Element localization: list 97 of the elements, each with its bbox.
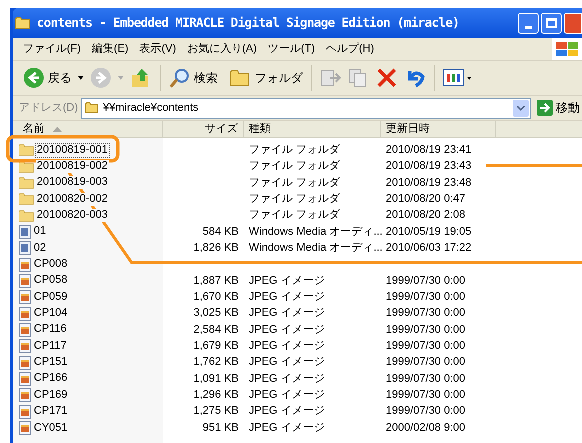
file-size: 951 KB xyxy=(202,420,239,436)
image-file-icon xyxy=(19,322,31,337)
menu-item[interactable]: 表示(V) xyxy=(140,40,176,58)
modified-date: 1999/07/30 0:00 xyxy=(386,389,466,402)
file-name[interactable]: 20100820-002 xyxy=(36,192,109,206)
file-type: ファイル フォルダ xyxy=(249,209,340,222)
modified-date: 1999/07/30 0:00 xyxy=(386,274,466,287)
modified-date: 1999/07/30 0:00 xyxy=(386,356,466,368)
modified-date: 2010/08/20 2:08 xyxy=(386,209,466,222)
file-type: Windows Media オーディ... xyxy=(249,226,383,238)
file-size: 1,887 KB xyxy=(194,274,239,289)
file-type: JPEG イメージ xyxy=(249,307,325,320)
file-type: JPEG イメージ xyxy=(249,340,325,352)
image-file-icon xyxy=(19,388,31,402)
modified-date: 2010/08/19 23:48 xyxy=(386,176,472,189)
file-type: ファイル フォルダ xyxy=(249,176,340,189)
dropdown-button[interactable] xyxy=(513,100,529,116)
file-size: 1,296 KB xyxy=(194,388,239,404)
maximize-button[interactable] xyxy=(541,12,562,34)
search-button[interactable]: 検索 xyxy=(169,67,218,89)
file-type: JPEG イメージ xyxy=(249,389,325,402)
modified-date: 2010/06/03 17:22 xyxy=(386,242,472,254)
file-size: 3,025 KB xyxy=(194,306,239,322)
file-size: 1,679 KB xyxy=(194,339,239,354)
media-file-icon xyxy=(19,241,31,256)
file-type: JPEG イメージ xyxy=(249,274,325,287)
column-header[interactable]: 種類 xyxy=(244,121,381,137)
file-type: JPEG イメージ xyxy=(249,422,325,434)
image-file-icon xyxy=(19,421,31,436)
search-icon xyxy=(169,67,191,89)
file-type: JPEG イメージ xyxy=(249,324,325,336)
image-file-icon xyxy=(19,306,31,321)
menu-item[interactable]: 編集(E) xyxy=(92,40,129,58)
modified-date: 2000/02/08 9:00 xyxy=(386,422,466,434)
caret-icon[interactable] xyxy=(78,76,84,80)
chevron-down-icon xyxy=(517,106,525,110)
image-file-icon xyxy=(19,274,31,288)
folder-icon xyxy=(15,16,31,30)
file-type: JPEG イメージ xyxy=(249,291,325,304)
column-header[interactable]: サイズ xyxy=(163,121,244,137)
modified-date: 1999/07/30 0:00 xyxy=(386,307,466,320)
file-type: JPEG イメージ xyxy=(249,372,325,385)
image-file-icon xyxy=(19,339,31,354)
close-button[interactable] xyxy=(564,12,582,34)
file-type: JPEG イメージ xyxy=(249,356,325,368)
file-name[interactable]: 20100819-002 xyxy=(36,160,109,174)
file-size: 584 KB xyxy=(202,224,239,240)
modified-date: 1999/07/30 0:00 xyxy=(386,405,466,418)
folder-icon xyxy=(85,102,100,114)
image-file-icon xyxy=(19,258,31,272)
modified-date: 2010/08/19 23:43 xyxy=(386,160,472,172)
sort-arrow-icon xyxy=(53,126,62,132)
folder-icon xyxy=(230,68,252,88)
media-file-icon xyxy=(19,224,31,239)
modified-date: 1999/07/30 0:00 xyxy=(386,372,466,385)
file-size: 1,762 KB xyxy=(194,355,239,370)
menu-item[interactable]: お気に入り(A) xyxy=(187,40,258,58)
modified-date: 1999/07/30 0:00 xyxy=(386,340,466,352)
column-header[interactable]: 更新日時 xyxy=(381,121,496,137)
file-size: 1,826 KB xyxy=(194,240,239,256)
file-size: 1,670 KB xyxy=(194,290,239,306)
modified-date: 2010/08/20 0:47 xyxy=(386,192,466,205)
delete-icon[interactable] xyxy=(376,67,398,89)
modified-date: 1999/07/30 0:00 xyxy=(386,291,466,304)
go-arrow-icon xyxy=(537,100,553,116)
image-file-icon xyxy=(19,404,31,419)
address-label: アドレス(D) xyxy=(19,100,78,116)
modified-date: 1999/07/30 0:00 xyxy=(386,324,466,336)
back-button[interactable]: 戻る xyxy=(23,67,72,89)
menu-item[interactable]: ファイル(F) xyxy=(23,40,82,58)
file-size: 2,584 KB xyxy=(194,322,239,338)
go-button[interactable]: 移動 xyxy=(537,99,582,117)
file-type: JPEG イメージ xyxy=(249,405,325,418)
menu-item[interactable]: ツール(T) xyxy=(268,40,316,58)
file-size: 1,275 KB xyxy=(194,404,239,420)
image-file-icon xyxy=(19,372,31,386)
modified-date: 2010/08/19 23:41 xyxy=(386,144,472,156)
file-type: Windows Media オーディ... xyxy=(249,242,383,254)
file-type: ファイル フォルダ xyxy=(249,160,340,172)
column-header[interactable]: 名前 xyxy=(13,121,163,137)
caret-icon xyxy=(467,76,472,80)
address-field[interactable]: ¥¥miracle¥contents xyxy=(81,98,531,118)
file-size: 1,091 KB xyxy=(194,372,239,387)
file-name[interactable]: 20100820-003 xyxy=(36,209,109,222)
views-button[interactable] xyxy=(443,69,472,87)
views-icon xyxy=(443,69,465,87)
file-type: ファイル フォルダ xyxy=(249,192,340,205)
file-type: ファイル フォルダ xyxy=(249,144,340,156)
image-file-icon xyxy=(19,290,31,304)
minimize-button[interactable] xyxy=(518,12,539,34)
window-title: contents - Embedded MIRACLE Digital Signage Edition (miracle) xyxy=(37,14,460,32)
file-name[interactable]: 20100819-003 xyxy=(36,176,109,190)
windows-logo-icon xyxy=(552,38,582,60)
menu-item[interactable]: ヘルプ(H) xyxy=(326,40,374,58)
image-file-icon xyxy=(19,356,31,370)
modified-date: 2010/05/19 19:05 xyxy=(386,226,472,238)
folders-button[interactable]: フォルダ xyxy=(230,68,303,88)
